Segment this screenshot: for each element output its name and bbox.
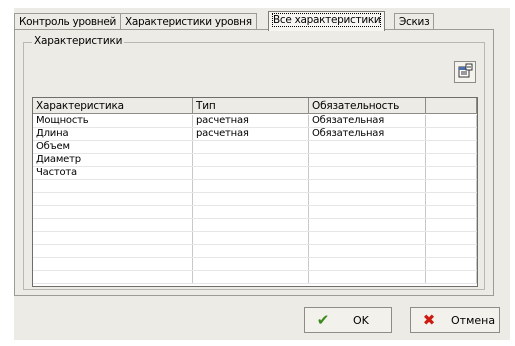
ok-button-label: OK xyxy=(353,313,369,327)
tab-panel: Характеристики Характеристика Тип Обязат… xyxy=(14,29,494,296)
cell-extra[interactable] xyxy=(426,128,477,140)
tab-label: Эскиз xyxy=(399,16,430,28)
table-row[interactable] xyxy=(33,180,477,193)
table-row[interactable] xyxy=(33,245,477,258)
characteristics-dialog: Контроль уровней Характеристики уровня В… xyxy=(14,8,510,340)
cell-type[interactable]: расчетная xyxy=(193,128,309,140)
cell-extra[interactable] xyxy=(426,167,477,179)
cell-required[interactable] xyxy=(309,245,426,257)
cell-type[interactable] xyxy=(193,271,309,283)
table-row[interactable]: Объем xyxy=(33,141,477,154)
cell-extra[interactable] xyxy=(426,193,477,205)
check-icon: ✔ xyxy=(316,311,330,329)
column-header-required[interactable]: Обязательность xyxy=(309,98,426,114)
cell-required[interactable] xyxy=(309,141,426,153)
table-row[interactable] xyxy=(33,206,477,219)
cell-type[interactable] xyxy=(193,167,309,179)
table-header: Характеристика Тип Обязательность xyxy=(33,98,477,115)
cell-characteristic[interactable]: Мощность xyxy=(33,115,193,127)
cell-type[interactable] xyxy=(193,206,309,218)
cell-type[interactable] xyxy=(193,258,309,270)
dialog-footer: ✔ OK ✖ Отмена xyxy=(14,295,510,340)
tab-level-characteristics[interactable]: Характеристики уровня xyxy=(120,13,257,30)
cell-characteristic[interactable]: Объем xyxy=(33,141,193,153)
cell-extra[interactable] xyxy=(426,219,477,231)
cell-extra[interactable] xyxy=(426,180,477,192)
cell-characteristic[interactable] xyxy=(33,180,193,192)
cell-characteristic[interactable] xyxy=(33,193,193,205)
table-row[interactable] xyxy=(33,271,477,284)
cell-characteristic[interactable] xyxy=(33,219,193,231)
table-body: Мощность расчетная Обязательная Длина расчет… xyxy=(33,115,477,284)
cell-required[interactable]: Обязательная xyxy=(309,128,426,140)
cell-required[interactable] xyxy=(309,180,426,192)
characteristics-group: Характеристики Характеристика Тип Обязат… xyxy=(23,35,485,290)
cell-type[interactable]: расчетная xyxy=(193,115,309,127)
tab-label: Все характеристики xyxy=(271,13,382,27)
table-row[interactable]: Частота xyxy=(33,167,477,180)
cell-extra[interactable] xyxy=(426,154,477,166)
cell-required[interactable]: Обязательная xyxy=(309,115,426,127)
cell-characteristic[interactable]: Длина xyxy=(33,128,193,140)
tab-all-characteristics[interactable]: Все характеристики xyxy=(268,11,386,31)
cell-required[interactable] xyxy=(309,154,426,166)
properties-button[interactable] xyxy=(454,61,476,83)
cancel-button[interactable]: ✖ Отмена xyxy=(410,307,500,333)
cell-type[interactable] xyxy=(193,245,309,257)
column-header-extra[interactable] xyxy=(426,98,477,114)
table-row[interactable] xyxy=(33,193,477,206)
cell-required[interactable] xyxy=(309,232,426,244)
table-row[interactable] xyxy=(33,219,477,232)
properties-icon xyxy=(457,63,473,82)
column-header-characteristic[interactable]: Характеристика xyxy=(33,98,193,114)
cell-required[interactable] xyxy=(309,193,426,205)
cell-extra[interactable] xyxy=(426,141,477,153)
column-header-type[interactable]: Тип xyxy=(193,98,309,114)
cell-characteristic[interactable] xyxy=(33,245,193,257)
cell-type[interactable] xyxy=(193,141,309,153)
x-icon: ✖ xyxy=(422,311,436,329)
cell-required[interactable] xyxy=(309,219,426,231)
cell-type[interactable] xyxy=(193,232,309,244)
cell-type[interactable] xyxy=(193,219,309,231)
tab-sketch[interactable]: Эскиз xyxy=(394,13,435,30)
table-row[interactable]: Длина расчетная Обязательная xyxy=(33,128,477,141)
cell-required[interactable] xyxy=(309,206,426,218)
table-row[interactable] xyxy=(33,232,477,245)
cell-extra[interactable] xyxy=(426,115,477,127)
cell-type[interactable] xyxy=(193,193,309,205)
tab-bar: Контроль уровней Характеристики уровня В… xyxy=(14,8,510,31)
cell-type[interactable] xyxy=(193,180,309,192)
cell-extra[interactable] xyxy=(426,206,477,218)
ok-button[interactable]: ✔ OK xyxy=(304,307,392,333)
cell-extra[interactable] xyxy=(426,258,477,270)
cell-characteristic[interactable]: Частота xyxy=(33,167,193,179)
cell-characteristic[interactable] xyxy=(33,271,193,283)
table-row[interactable] xyxy=(33,258,477,271)
cell-characteristic[interactable] xyxy=(33,258,193,270)
cell-extra[interactable] xyxy=(426,232,477,244)
cell-required[interactable] xyxy=(309,167,426,179)
cell-characteristic[interactable]: Диаметр xyxy=(33,154,193,166)
cell-extra[interactable] xyxy=(426,245,477,257)
tab-label: Контроль уровней xyxy=(19,16,117,28)
group-title: Характеристики xyxy=(32,35,125,47)
cell-characteristic[interactable] xyxy=(33,206,193,218)
cell-type[interactable] xyxy=(193,154,309,166)
cell-required[interactable] xyxy=(309,271,426,283)
table-row[interactable]: Мощность расчетная Обязательная xyxy=(33,115,477,128)
cell-required[interactable] xyxy=(309,258,426,270)
table-row[interactable]: Диаметр xyxy=(33,154,477,167)
cancel-button-label: Отмена xyxy=(451,313,496,327)
cell-extra[interactable] xyxy=(426,271,477,283)
characteristics-table[interactable]: Характеристика Тип Обязательность Мощнос… xyxy=(32,97,478,287)
cell-characteristic[interactable] xyxy=(33,232,193,244)
tab-label: Характеристики уровня xyxy=(125,16,252,28)
tab-level-control[interactable]: Контроль уровней xyxy=(14,13,122,30)
